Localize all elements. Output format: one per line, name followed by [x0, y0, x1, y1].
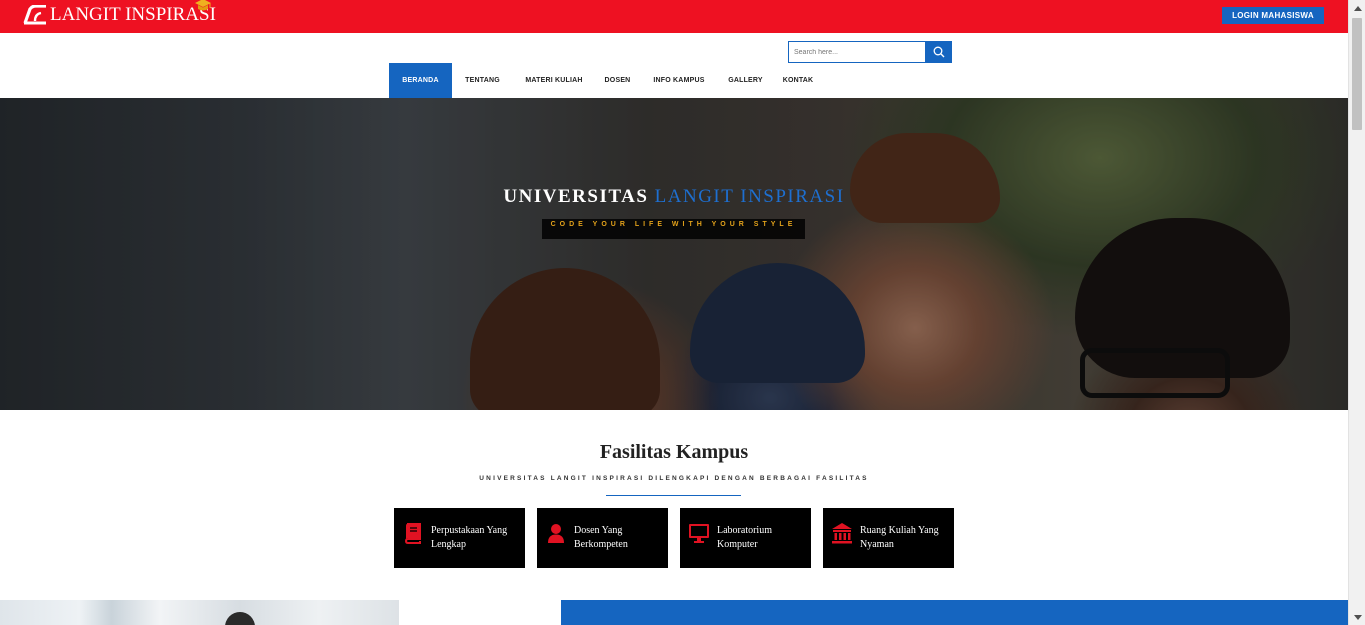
- logo-text: LANGIT INSPIRASI: [50, 4, 216, 25]
- facilities-divider: [606, 495, 741, 496]
- nav-item-tentang[interactable]: TENTANG: [452, 63, 513, 98]
- facilities-title: Fasilitas Kampus: [599, 441, 749, 463]
- about-photo: [0, 600, 399, 625]
- scroll-down-arrow-icon[interactable]: [1349, 609, 1365, 625]
- search-button[interactable]: [926, 41, 952, 63]
- graduation-cap-icon: [195, 0, 211, 11]
- login-mahasiswa-button[interactable]: LOGIN MAHASISWA: [1222, 7, 1324, 24]
- about-photo-figure: [225, 612, 255, 625]
- top-bar: LANGIT INSPIRASI LOGIN MAHASISWA: [0, 0, 1348, 33]
- facility-label: Dosen Yang Berkompeten: [574, 525, 628, 550]
- facility-card-library[interactable]: Perpustakaan Yang Lengkap: [394, 508, 525, 568]
- scroll-up-arrow-icon[interactable]: [1349, 0, 1365, 16]
- building-icon: [832, 523, 852, 544]
- search-icon: [933, 46, 945, 58]
- hero-banner: UNIVERSITAS LANGIT INSPIRASI CODE YOUR L…: [0, 98, 1348, 410]
- site-logo[interactable]: LANGIT INSPIRASI: [22, 3, 216, 27]
- nav-item-beranda[interactable]: BERANDA: [389, 63, 452, 98]
- facilities-subtitle: UNIVERSITAS LANGIT INSPIRASI DILENGKAPI …: [479, 475, 869, 482]
- vertical-scrollbar[interactable]: [1348, 0, 1365, 625]
- facility-label: Perpustakaan Yang Lengkap: [431, 525, 508, 550]
- about-blue-panel: [561, 600, 1348, 625]
- nav-item-materi-kuliah[interactable]: MATERI KULIAH: [513, 63, 595, 98]
- nav-item-kontak[interactable]: KONTAK: [773, 63, 823, 98]
- facility-label: Ruang Kuliah Yang Nyaman: [860, 525, 939, 550]
- user-icon: [548, 524, 564, 543]
- hero-title-main: UNIVERSITAS: [503, 186, 649, 207]
- logo-mark-icon: [23, 5, 46, 25]
- hero-overlay: [0, 98, 1348, 410]
- hero-tagline: CODE YOUR LIFE WITH YOUR STYLE: [542, 219, 805, 239]
- nav-item-gallery[interactable]: GALLERY: [718, 63, 773, 98]
- monitor-icon: [689, 524, 709, 543]
- facility-card-classroom[interactable]: Ruang Kuliah Yang Nyaman: [823, 508, 954, 568]
- hero-title: UNIVERSITAS LANGIT INSPIRASI: [0, 186, 1348, 208]
- hero-title-accent: LANGIT INSPIRASI: [654, 186, 845, 207]
- main-nav: BERANDA TENTANG MATERI KULIAH DOSEN INFO…: [389, 63, 823, 98]
- nav-item-info-kampus[interactable]: INFO KAMPUS: [640, 63, 718, 98]
- facilities-cards: Perpustakaan Yang Lengkap Dosen Yang Ber…: [394, 508, 954, 568]
- page: LANGIT INSPIRASI LOGIN MAHASISWA BERANDA…: [0, 0, 1365, 625]
- facility-card-computer-lab[interactable]: Laboratorium Komputer: [680, 508, 811, 568]
- search-input[interactable]: [788, 41, 926, 63]
- book-icon: [404, 523, 421, 544]
- facility-card-lecturer[interactable]: Dosen Yang Berkompeten: [537, 508, 668, 568]
- scrollbar-thumb[interactable]: [1352, 18, 1362, 130]
- nav-item-dosen[interactable]: DOSEN: [595, 63, 640, 98]
- facility-label: Laboratorium Komputer: [717, 525, 772, 550]
